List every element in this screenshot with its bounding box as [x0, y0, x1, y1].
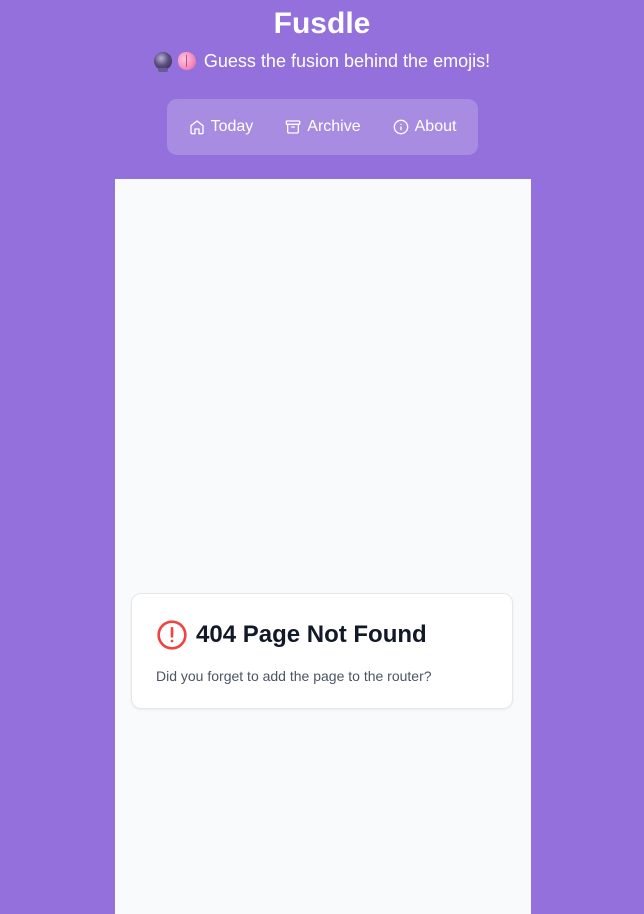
subtitle: Guess the fusion behind the emojis!: [0, 50, 644, 72]
brain-icon: [177, 52, 196, 70]
nav-item-archive[interactable]: Archive: [269, 107, 376, 147]
info-icon: [393, 119, 408, 135]
nav-item-label: Archive: [307, 118, 361, 135]
nav-bar: Today Archive About: [167, 99, 478, 155]
subtitle-text: Guess the fusion behind the emojis!: [203, 51, 491, 71]
error-card: 404 Page Not Found Did you forget to add…: [131, 593, 513, 709]
alert-circle-icon: [157, 620, 187, 650]
error-title-row: 404 Page Not Found: [156, 619, 427, 651]
crystal-ball-icon: [153, 52, 172, 72]
app-title: Fusdle: [273, 7, 371, 40]
nav-item-label: Today: [210, 118, 254, 135]
home-icon: [189, 120, 204, 135]
nav-item-today[interactable]: Today: [173, 107, 270, 147]
archive-icon: [285, 120, 301, 134]
nav-item-about[interactable]: About: [377, 107, 473, 147]
error-title: 404 Page Not Found: [196, 621, 427, 648]
main-panel: 404 Page Not Found Did you forget to add…: [115, 179, 531, 914]
error-message: Did you forget to add the page to the ro…: [156, 668, 432, 684]
nav-item-label: About: [414, 118, 457, 135]
